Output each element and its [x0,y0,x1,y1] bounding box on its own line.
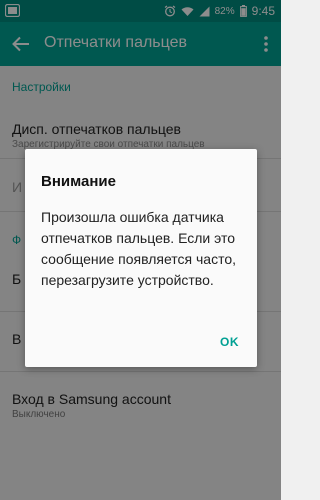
dialog-message: Произошла ошибка датчика отпечатков паль… [41,209,236,288]
ok-button[interactable]: OK [220,335,239,349]
error-dialog: Внимание Произошла ошибка датчика отпеча… [25,149,257,367]
dialog-title: Внимание [41,173,116,190]
